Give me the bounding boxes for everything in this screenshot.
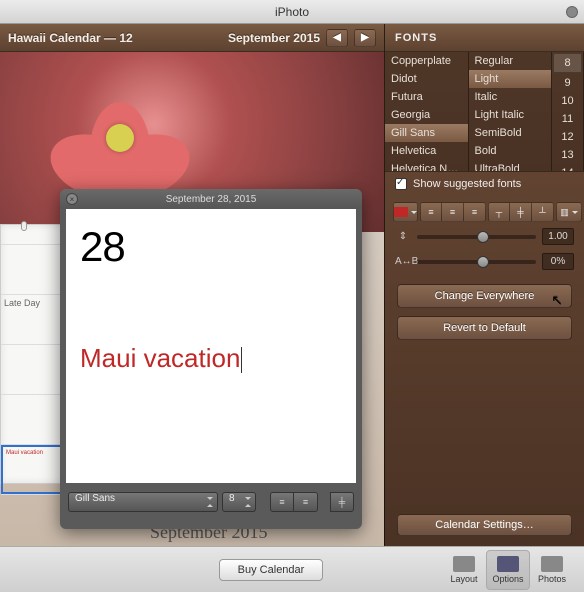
font-style-item[interactable]: Bold [469,142,552,160]
bottom-toolbar: Buy Calendar Layout Options Photos [0,546,584,592]
font-style-item-selected[interactable]: Light [469,70,552,88]
font-size-item[interactable]: 10 [552,92,583,110]
popup-titlebar[interactable]: × September 28, 2015 [60,189,362,209]
text-style-row: ≡ ≡ ≡ ┬ ╪ ┴ ▥ [385,200,584,224]
kerning-value[interactable]: 0% [542,253,574,270]
font-family-item[interactable]: Futura [385,88,468,106]
document-month: September 2015 [228,31,320,45]
document-header: Hawaii Calendar — 12 September 2015 ◀ ▶ [0,24,384,52]
font-style-item[interactable]: UltraBold [469,160,552,171]
line-spacing-slider[interactable] [417,235,536,239]
align-center-button[interactable]: ≡ [294,492,318,512]
align-right-button[interactable]: ≡ [464,202,486,222]
popup-date-title: September 28, 2015 [60,194,362,205]
align-group: ≡ ≡ [270,492,318,512]
popup-body[interactable]: 28 Maui vacation [66,209,356,483]
calendar-settings-button[interactable]: Calendar Settings… [397,514,572,536]
align-left-button[interactable]: ≡ [420,202,442,222]
document-title: Hawaii Calendar — 12 [8,31,133,45]
font-style-item[interactable]: Light Italic [469,106,552,124]
font-family-item[interactable]: Copperplate [385,52,468,70]
font-size-item[interactable]: 14 [552,164,583,171]
close-icon[interactable]: × [66,193,78,205]
font-family-list[interactable]: Copperplate Didot Futura Georgia Gill Sa… [385,52,469,171]
kerning-slider[interactable] [417,260,536,264]
line-spacing-icon: ⇕ [395,231,411,242]
font-family-item[interactable]: Georgia [385,106,468,124]
kerning-row: A↔B 0% [385,249,584,274]
maximize-button[interactable] [566,6,578,18]
font-size-item[interactable]: 13 [552,146,583,164]
font-size-list[interactable]: 8 9 10 11 12 13 14 [552,52,584,171]
font-family-item[interactable]: Didot [385,70,468,88]
font-family-select[interactable]: Gill Sans [68,492,218,512]
font-size-select[interactable]: 8 [222,492,256,512]
change-everywhere-button[interactable]: Change Everywhere ↖ [397,284,572,308]
valign-bottom-button[interactable]: ┴ [532,202,554,222]
revert-to-default-button[interactable]: Revert to Default [397,316,572,340]
align-left-button[interactable]: ≡ [270,492,294,512]
font-style-item[interactable]: Regular [469,52,552,70]
font-size-item[interactable]: 12 [552,128,583,146]
line-spacing-value[interactable]: 1.00 [542,228,574,245]
valign-middle-button[interactable]: ╪ [510,202,532,222]
day-editor-popup: × September 28, 2015 28 Maui vacation Gi… [60,189,362,529]
inspector-panel: FONTS Copperplate Didot Futura Georgia G… [384,24,584,546]
font-style-list[interactable]: Regular Light Italic Light Italic SemiBo… [469,52,553,171]
check-icon [395,178,407,190]
options-icon [497,556,519,572]
cursor-icon: ↖ [551,289,563,311]
popup-toolbar: Gill Sans 8 ≡ ≡ ╪ [60,483,362,521]
fonts-header: FONTS [385,24,584,52]
day-number: 28 [80,223,342,271]
valign-button[interactable]: ╪ [330,492,354,512]
font-family-item-selected[interactable]: Gill Sans [385,124,468,142]
align-center-button[interactable]: ≡ [442,202,464,222]
layout-icon [453,556,475,572]
photos-icon [541,556,563,572]
app-title: iPhoto [275,5,309,19]
valign-top-button[interactable]: ┬ [488,202,510,222]
font-style-item[interactable]: SemiBold [469,124,552,142]
prev-month-button[interactable]: ◀ [326,29,348,47]
font-family-item[interactable]: Helvetica [385,142,468,160]
font-family-item[interactable]: Helvetica N… [385,160,468,171]
next-month-button[interactable]: ▶ [354,29,376,47]
document-pane: Hawaii Calendar — 12 September 2015 ◀ ▶ … [0,24,384,546]
text-color-picker[interactable] [393,202,418,222]
font-size-input[interactable]: 8 [553,53,582,73]
window-titlebar: iPhoto [0,0,584,24]
event-text-input[interactable]: Maui vacation [80,343,342,374]
show-suggested-checkbox[interactable]: Show suggested fonts [385,172,584,200]
font-picker: Copperplate Didot Futura Georgia Gill Sa… [385,52,584,172]
main-area: Hawaii Calendar — 12 September 2015 ◀ ▶ … [0,24,584,546]
font-size-item[interactable]: 9 [552,74,583,92]
columns-button[interactable]: ▥ [556,202,582,222]
kerning-icon: A↔B [395,256,411,267]
line-spacing-row: ⇕ 1.00 [385,224,584,249]
font-style-item[interactable]: Italic [469,88,552,106]
font-size-item[interactable]: 11 [552,110,583,128]
